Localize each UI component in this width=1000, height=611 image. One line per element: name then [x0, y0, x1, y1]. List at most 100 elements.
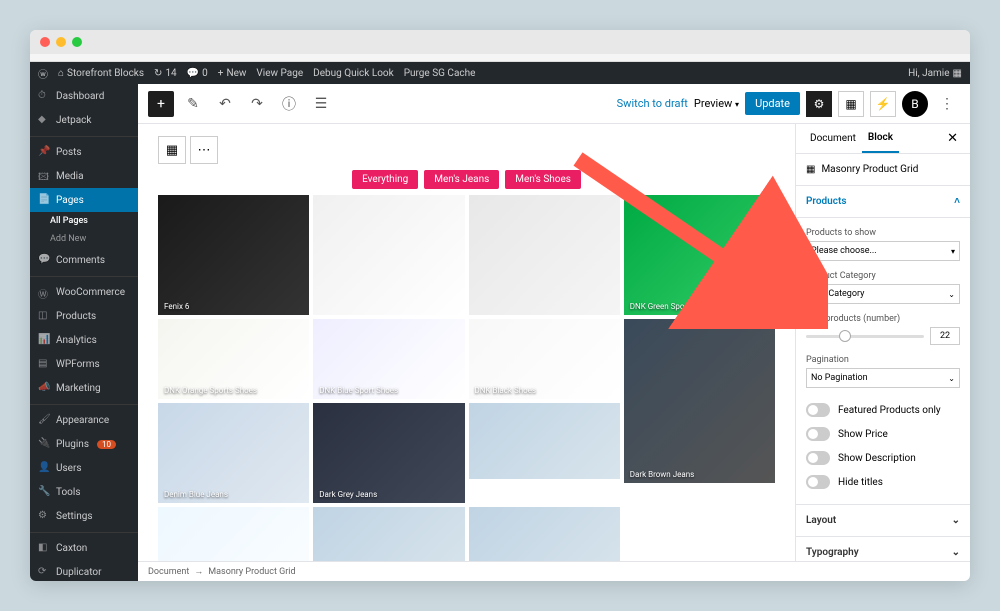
minimize-dot[interactable] [56, 37, 66, 47]
panel-layout-heading[interactable]: Layout⌄ [796, 505, 970, 537]
edit-mode-button[interactable]: ✎ [180, 91, 206, 117]
products-show-select[interactable]: Please choose...▾ [806, 241, 960, 261]
product-tile[interactable] [313, 319, 464, 399]
sidebar-item-duplicator[interactable]: ⟳Duplicator [30, 560, 138, 581]
purge-cache[interactable]: Purge SG Cache [404, 68, 476, 79]
product-tile[interactable] [158, 403, 309, 503]
hide-titles-toggle[interactable] [806, 475, 830, 489]
product-tile[interactable] [158, 319, 309, 399]
sidebar-item-media[interactable]: 🖾Media [30, 164, 138, 188]
product-tile[interactable] [469, 507, 620, 561]
breadcrumb: Document → Masonry Product Grid [138, 561, 970, 581]
sidebar-item-woocommerce[interactable]: ⓌWooCommerce [30, 280, 138, 304]
close-dot[interactable] [40, 37, 50, 47]
sidebar-item-appearance[interactable]: 🖌Appearance [30, 408, 138, 432]
show-price-toggle[interactable] [806, 427, 830, 441]
view-page[interactable]: View Page [256, 68, 303, 79]
editor-header: + ✎ ↶ ↷ ⓘ ☰ Switch to draft Preview ▾ Up… [138, 84, 970, 124]
block-icon: ▦ [806, 164, 815, 175]
sidebar-item-wpforms[interactable]: ▤WPForms [30, 352, 138, 376]
product-tile[interactable] [469, 403, 620, 479]
sidebar-sub-addnew[interactable]: Add New [30, 230, 138, 248]
sidebar-item-users[interactable]: 👤Users [30, 456, 138, 480]
block-toolbar: ▦ ⋯ [158, 136, 775, 164]
product-tile[interactable] [313, 507, 464, 561]
hide-titles-label: Hide titles [838, 477, 883, 488]
block-more-button[interactable]: ⋯ [190, 136, 218, 164]
sidebar-item-plugins[interactable]: 🔌Plugins10 [30, 432, 138, 456]
filter-mens-jeans[interactable]: Men's Jeans [424, 170, 499, 189]
undo-button[interactable]: ↶ [212, 91, 238, 117]
max-products-label: Max products (number) [806, 314, 960, 324]
new-content[interactable]: + New [218, 68, 247, 79]
settings-gear-button[interactable]: ⚙ [806, 91, 832, 117]
block-type-button[interactable]: ▦ [158, 136, 186, 164]
update-button[interactable]: Update [745, 92, 800, 115]
product-tile[interactable] [313, 195, 464, 315]
product-category-label: Product Category [806, 271, 960, 281]
max-products-slider[interactable] [806, 335, 924, 338]
sidebar-item-jetpack[interactable]: ◆Jetpack [30, 108, 138, 132]
panel-products-heading[interactable]: Products˄ [796, 186, 970, 218]
more-menu-button[interactable]: ⋮ [934, 91, 960, 117]
sidebar-item-products[interactable]: ◫Products [30, 304, 138, 328]
product-tile[interactable] [158, 195, 309, 315]
featured-toggle[interactable] [806, 403, 830, 417]
sidebar-item-posts[interactable]: 📌Posts [30, 140, 138, 164]
close-inspector-button[interactable]: ✕ [943, 127, 962, 150]
switch-draft-link[interactable]: Switch to draft [617, 97, 688, 110]
info-button[interactable]: ⓘ [276, 91, 302, 117]
sidebar-item-pages[interactable]: 📄Pages [30, 188, 138, 212]
filter-mens-shoes[interactable]: Men's Shoes [505, 170, 581, 189]
user-greeting[interactable]: Hi, Jamie ▦ [908, 68, 962, 79]
pagination-label: Pagination [806, 355, 960, 365]
block-inspector: Document Block ✕ ▦ Masonry Product Grid … [795, 124, 970, 561]
add-block-button[interactable]: + [148, 91, 174, 117]
product-category-select[interactable]: Any Category⌄ [806, 284, 960, 304]
tab-block[interactable]: Block [862, 124, 899, 153]
product-tile[interactable] [469, 319, 620, 399]
maximize-dot[interactable] [72, 37, 82, 47]
sidebar-item-analytics[interactable]: 📊Analytics [30, 328, 138, 352]
sidebar-sub-allpages[interactable]: All Pages [30, 212, 138, 230]
featured-label: Featured Products only [838, 405, 941, 416]
url-bar [30, 54, 970, 62]
redo-button[interactable]: ↷ [244, 91, 270, 117]
updates-count[interactable]: ↻ 14 [154, 68, 177, 79]
admin-sidebar: ⏱Dashboard ◆Jetpack 📌Posts 🖾Media 📄Pages… [30, 84, 138, 581]
sidebar-item-settings[interactable]: ⚙Settings [30, 504, 138, 528]
extra-icon-button[interactable]: B [902, 91, 928, 117]
tab-document[interactable]: Document [804, 125, 862, 152]
chevron-down-icon: ⌄ [952, 515, 960, 526]
editor-canvas[interactable]: ▦ ⋯ Everything Men's Jeans Men's Shoes [138, 124, 795, 561]
breadcrumb-block[interactable]: Masonry Product Grid [208, 567, 295, 577]
show-desc-toggle[interactable] [806, 451, 830, 465]
sidebar-item-marketing[interactable]: 📣Marketing [30, 376, 138, 400]
jetpack-icon-button[interactable]: ⚡ [870, 91, 896, 117]
product-tile[interactable] [469, 195, 620, 315]
product-tile[interactable] [313, 403, 464, 503]
sidebar-item-comments[interactable]: 💬Comments [30, 248, 138, 272]
product-tile[interactable] [624, 195, 775, 315]
slider-thumb[interactable] [839, 330, 851, 342]
site-name[interactable]: ⌂ Storefront Blocks [58, 68, 144, 79]
window-titlebar [30, 30, 970, 54]
product-tile[interactable] [624, 319, 775, 483]
comments-count[interactable]: 💬 0 [187, 68, 208, 79]
breadcrumb-document[interactable]: Document [148, 567, 189, 577]
pagination-select[interactable]: No Pagination⌄ [806, 368, 960, 388]
debug-link[interactable]: Debug Quick Look [313, 68, 394, 79]
panel-typography-heading[interactable]: Typography⌄ [796, 537, 970, 561]
wp-logo[interactable]: ⓦ [38, 66, 48, 81]
sidebar-item-caxton[interactable]: ◧Caxton [30, 536, 138, 560]
products-show-label: Products to show [806, 228, 960, 238]
sidebar-item-tools[interactable]: 🔧Tools [30, 480, 138, 504]
chevron-up-icon: ˄ [954, 196, 960, 207]
filter-everything[interactable]: Everything [352, 170, 418, 189]
preview-dropdown[interactable]: Preview ▾ [694, 97, 739, 110]
max-products-input[interactable] [930, 327, 960, 345]
block-icon-button[interactable]: ▦ [838, 91, 864, 117]
sidebar-item-dashboard[interactable]: ⏱Dashboard [30, 84, 138, 108]
product-tile[interactable] [158, 507, 309, 561]
outline-button[interactable]: ☰ [308, 91, 334, 117]
